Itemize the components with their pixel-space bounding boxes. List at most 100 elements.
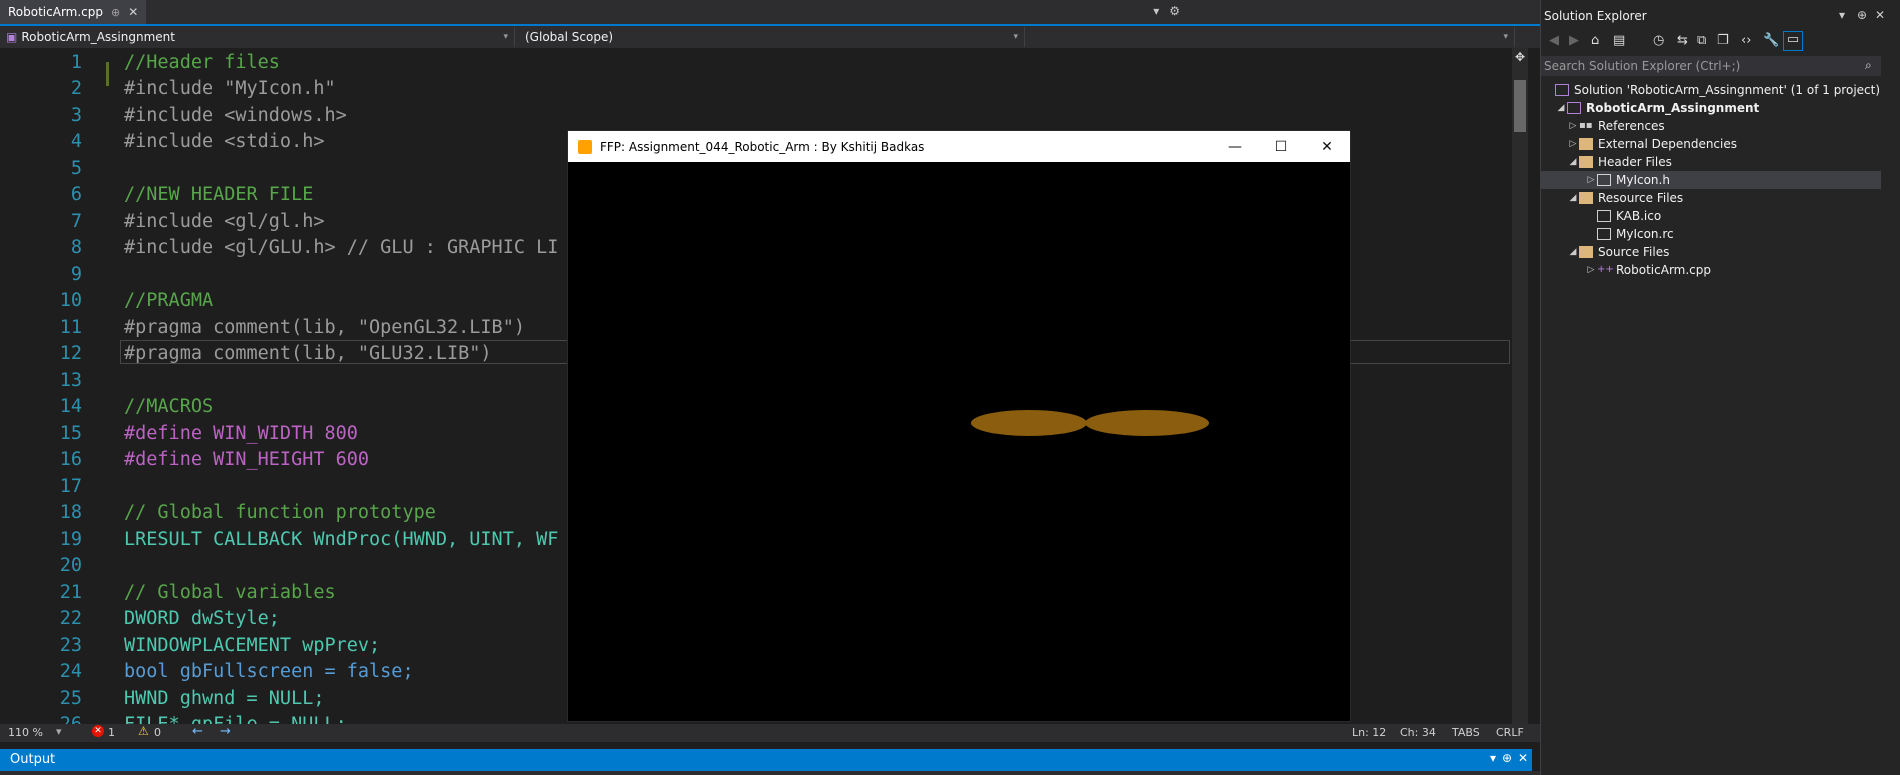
tree-item-roboticarm-cpp[interactable]: ▷ ++ RoboticArm.cpp — [1585, 261, 1900, 279]
code-line: #include <windows.h> — [124, 105, 347, 126]
solution-explorer-toolbar: ◀ ▶ ⌂ ▤ ◷ ⇆ ⧉ ❐ ‹› 🔧 ▭ — [1541, 30, 1900, 54]
line-number: 6 — [70, 184, 82, 205]
chevron-down-icon[interactable]: ▾ — [1839, 8, 1845, 22]
forward-icon[interactable]: ▶ — [1569, 33, 1579, 48]
code-line: FILE* gpFile = NULL; — [124, 714, 347, 724]
chevron-down-icon[interactable]: ◢ — [1567, 193, 1579, 203]
tab-roboticarm-cpp[interactable]: RoboticArm.cpp ⊕ ✕ — [0, 0, 147, 24]
tree-item-solution[interactable]: Solution 'RoboticArm_Assingnment' (1 of … — [1555, 81, 1895, 99]
eol-indicator[interactable]: CRLF — [1496, 726, 1524, 739]
error-count[interactable]: 1 — [108, 726, 115, 739]
pin-icon[interactable]: ⊕ — [111, 6, 120, 19]
opengl-app-window[interactable]: FFP: Assignment_044_Robotic_Arm : By Ksh… — [567, 130, 1351, 722]
arrow-left-icon[interactable]: ← — [192, 724, 203, 739]
solution-explorer-title: Solution Explorer — [1544, 9, 1647, 23]
tree-item-resource-files[interactable]: ◢ Resource Files — [1567, 189, 1900, 207]
view-code-icon[interactable]: ‹› — [1741, 33, 1751, 48]
tab-tools: ▾ ⚙ — [1153, 4, 1180, 18]
tree-item-external-dependencies[interactable]: ▷ External Dependencies — [1567, 135, 1900, 153]
line-number: 8 — [70, 237, 82, 258]
split-icon[interactable]: ✥ — [1514, 50, 1526, 64]
minimize-button[interactable]: — — [1212, 131, 1258, 162]
tree-item-references[interactable]: ▷ ▪▪ References — [1567, 117, 1900, 135]
line-number: 12 — [59, 343, 82, 364]
folder-icon — [1579, 156, 1593, 168]
chevron-right-icon[interactable]: ▷ — [1567, 139, 1579, 149]
tree-item-label: Source Files — [1598, 245, 1670, 259]
pin-icon[interactable]: ⊕ — [1502, 751, 1512, 765]
tabs-indicator[interactable]: TABS — [1452, 726, 1480, 739]
switch-views-icon[interactable]: ▤ — [1613, 33, 1625, 48]
chevron-right-icon[interactable]: ▷ — [1585, 175, 1597, 185]
history-icon[interactable]: ◷ — [1653, 33, 1664, 48]
search-input[interactable]: Search Solution Explorer (Ctrl+;) — [1544, 59, 1740, 73]
tree-item-kab-ico[interactable]: KAB.ico — [1597, 207, 1900, 225]
home-icon[interactable]: ⌂ — [1591, 33, 1599, 48]
sync-icon[interactable]: ⇆ — [1677, 33, 1688, 48]
chevron-down-icon[interactable]: ◢ — [1555, 103, 1567, 113]
warning-icon[interactable]: ⚠ — [138, 724, 149, 738]
close-icon[interactable]: ✕ — [1518, 751, 1528, 765]
line-indicator[interactable]: Ln: 12 — [1352, 726, 1386, 739]
close-icon[interactable]: ✕ — [128, 5, 138, 19]
line-number: 24 — [59, 661, 82, 682]
robotic-arm-elbow — [1085, 410, 1209, 436]
pin-icon[interactable]: ⊕ — [1857, 8, 1867, 22]
tree-item-label: References — [1598, 119, 1665, 133]
search-icon[interactable]: ⌕ — [1865, 58, 1872, 73]
line-number: 3 — [70, 105, 82, 126]
chevron-down-icon[interactable]: ◢ — [1567, 247, 1579, 257]
tree-item-header-files[interactable]: ◢ Header Files — [1567, 153, 1900, 171]
line-number: 23 — [59, 635, 82, 656]
output-panel-header[interactable]: Output ▾ ⊕ ✕ — [0, 749, 1532, 771]
collapse-all-icon[interactable]: ⧉ — [1697, 33, 1706, 48]
project-dropdown[interactable]: ▣ RoboticArm_Assingnment ▾ — [0, 27, 515, 47]
line-number: 7 — [70, 211, 82, 232]
chevron-right-icon[interactable]: ▷ — [1585, 265, 1597, 275]
line-number: 13 — [59, 370, 82, 391]
preview-icon[interactable]: ▭ — [1783, 31, 1803, 51]
tree-item-label: MyIcon.rc — [1616, 227, 1674, 241]
solution-explorer-search[interactable]: Search Solution Explorer (Ctrl+;) ⌕ — [1541, 56, 1881, 76]
line-number: 2 — [70, 78, 82, 99]
scope-dropdown[interactable]: (Global Scope) ▾ — [515, 27, 1025, 47]
chevron-down-icon[interactable]: ▾ — [1490, 751, 1496, 765]
member-dropdown[interactable]: ▾ — [1025, 27, 1515, 47]
window-title-bar[interactable]: FFP: Assignment_044_Robotic_Arm : By Ksh… — [568, 131, 1350, 162]
chevron-down-icon[interactable]: ▾ — [56, 725, 62, 738]
line-number: 5 — [70, 158, 82, 179]
maximize-button[interactable]: ☐ — [1258, 131, 1304, 162]
code-line: #include <stdio.h> — [124, 131, 325, 152]
scrollbar-thumb[interactable] — [1514, 80, 1526, 132]
line-number: 14 — [59, 396, 82, 417]
chevron-down-icon: ▾ — [1013, 32, 1018, 42]
chevron-down-icon[interactable]: ◢ — [1567, 157, 1579, 167]
gear-icon[interactable]: ⚙ — [1169, 4, 1180, 18]
zoom-level[interactable]: 110 % — [8, 726, 43, 739]
error-icon[interactable]: ✕ — [92, 725, 104, 737]
tree-item-source-files[interactable]: ◢ Source Files — [1567, 243, 1900, 261]
tree-item-myicon-rc[interactable]: MyIcon.rc — [1597, 225, 1900, 243]
line-number: 26 — [0, 714, 82, 724]
code-line: //NEW HEADER FILE — [124, 184, 314, 205]
show-all-files-icon[interactable]: ❐ — [1717, 33, 1729, 48]
code-line: #pragma comment(lib, "GLU32.LIB") — [124, 343, 492, 364]
tree-item-myicon-h[interactable]: ▷ MyIcon.h — [1541, 171, 1881, 189]
close-button[interactable]: ✕ — [1304, 131, 1350, 162]
header-file-icon — [1597, 174, 1611, 186]
chevron-right-icon[interactable]: ▷ — [1567, 121, 1579, 131]
window-title: FFP: Assignment_044_Robotic_Arm : By Ksh… — [600, 139, 925, 154]
close-icon[interactable]: ✕ — [1875, 8, 1885, 22]
code-line: #pragma comment(lib, "OpenGL32.LIB") — [124, 317, 525, 338]
editor-vertical-scrollbar[interactable] — [1512, 48, 1528, 724]
back-icon[interactable]: ◀ — [1549, 33, 1559, 48]
tree-item-label: Header Files — [1598, 155, 1672, 169]
code-line: #define WIN_HEIGHT 600 — [124, 449, 370, 470]
properties-icon[interactable]: 🔧 — [1763, 33, 1779, 48]
column-indicator[interactable]: Ch: 34 — [1400, 726, 1436, 739]
chevron-down-icon[interactable]: ▾ — [1153, 4, 1159, 18]
warning-count[interactable]: 0 — [154, 726, 161, 739]
arrow-right-icon[interactable]: → — [220, 724, 231, 739]
tree-item-label: RoboticArm.cpp — [1616, 263, 1712, 277]
tree-item-project[interactable]: ◢ RoboticArm_Assingnment — [1555, 99, 1895, 117]
